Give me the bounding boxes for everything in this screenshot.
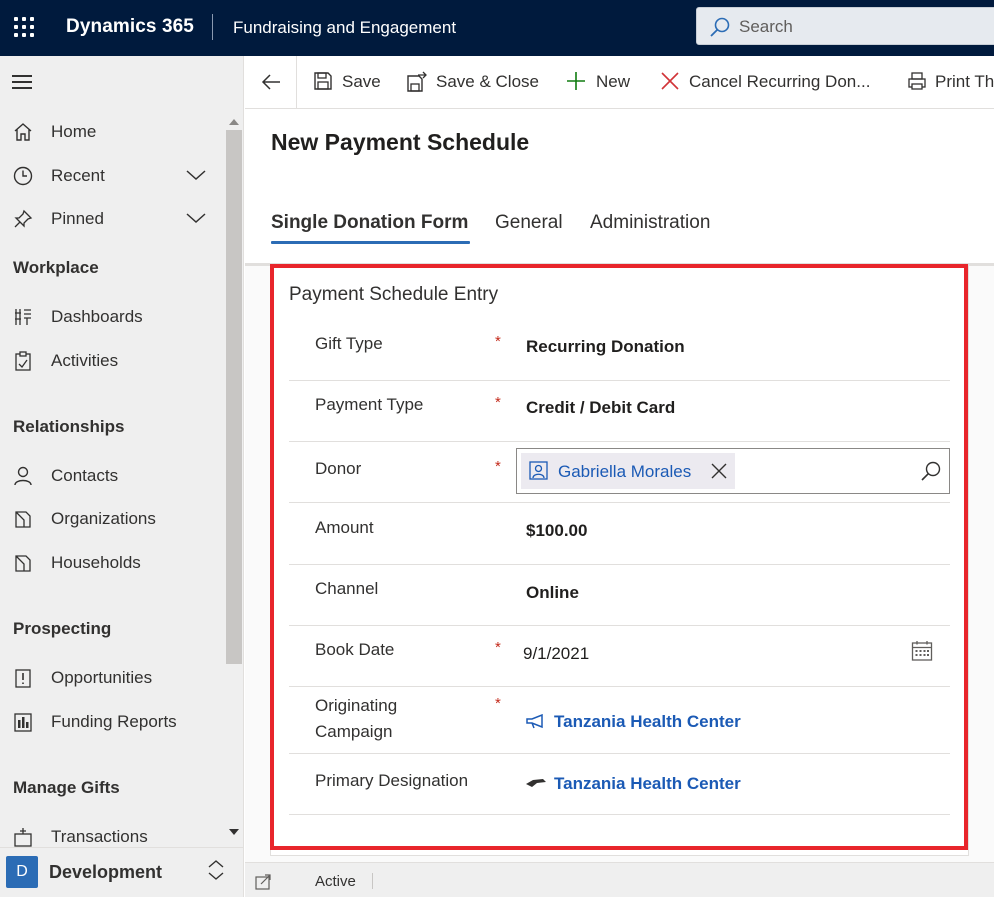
nav-label-recent: Recent — [51, 166, 105, 185]
topbar-divider — [212, 14, 213, 40]
chevron-down-icon[interactable] — [185, 168, 207, 182]
form-title: New Payment Schedule — [271, 129, 530, 155]
dashboard-icon — [15, 309, 31, 325]
product-name[interactable]: Dynamics 365 — [66, 16, 194, 38]
nav-item-activities[interactable]: Activities — [0, 341, 226, 381]
nav-item-households[interactable]: Households — [0, 543, 226, 583]
print-label: Print Th — [935, 72, 994, 91]
nav-group-prospecting: Prospecting — [13, 619, 112, 638]
area-switcher[interactable]: D Development — [0, 847, 243, 897]
scroll-up-icon[interactable] — [229, 119, 239, 125]
nav-item-opportunities[interactable]: Opportunities — [0, 658, 226, 698]
active-tab-indicator — [271, 241, 470, 244]
clipboard-icon — [15, 351, 31, 371]
cancel-recurring-label: Cancel Recurring Don... — [689, 72, 871, 91]
nav-label-home: Home — [51, 122, 97, 141]
tab-administration[interactable]: Administration — [590, 212, 710, 234]
save-close-icon — [407, 71, 427, 92]
highlight-box — [270, 264, 968, 850]
nav-item-pinned[interactable]: Pinned — [0, 199, 226, 239]
save-icon — [314, 72, 332, 90]
print-button[interactable]: Print Th — [907, 56, 994, 108]
nav-label-funding-reports: Funding Reports — [51, 712, 177, 731]
top-bar: Dynamics 365 Fundraising and Engagement … — [0, 0, 994, 56]
back-arrow-icon — [261, 74, 280, 90]
nav-item-dashboards[interactable]: Dashboards — [0, 297, 226, 337]
save-close-button[interactable]: Save & Close — [406, 56, 541, 108]
area-name: Development — [49, 862, 163, 882]
nav-label-households: Households — [51, 553, 141, 572]
save-button[interactable]: Save — [313, 56, 383, 108]
nav-label-transactions: Transactions — [51, 827, 148, 846]
cancel-recurring-donation-button[interactable]: Cancel Recurring Don... — [660, 56, 878, 108]
transaction-icon — [14, 828, 32, 847]
chevron-down-icon[interactable] — [185, 211, 207, 225]
nav-label-contacts: Contacts — [51, 466, 119, 485]
command-bar: Save Save & Close New Cancel Recurring D… — [245, 56, 994, 109]
opportunity-icon — [15, 669, 31, 688]
nav-item-home[interactable]: Home — [0, 112, 226, 152]
record-status: Active — [315, 873, 356, 890]
nav-item-organizations[interactable]: Organizations — [0, 499, 226, 539]
nav-group-manage-gifts: Manage Gifts — [13, 778, 120, 797]
pin-icon — [14, 209, 33, 228]
hamburger-menu-icon[interactable] — [12, 75, 32, 89]
save-close-label: Save & Close — [436, 72, 539, 91]
nav-item-recent[interactable]: Recent — [0, 156, 226, 196]
search-placeholder: Search — [739, 17, 793, 36]
organization-icon — [15, 511, 31, 528]
chevron-up-down-icon — [208, 860, 224, 880]
household-icon — [15, 555, 31, 572]
search-icon — [710, 17, 730, 37]
nav-scrollbar-thumb[interactable] — [226, 130, 242, 664]
nav-group-workplace: Workplace — [13, 258, 99, 277]
app-name[interactable]: Fundraising and Engagement — [233, 18, 456, 38]
nav-label-pinned: Pinned — [51, 209, 104, 228]
clock-icon — [13, 166, 33, 186]
back-button[interactable] — [245, 56, 297, 108]
new-label: New — [596, 72, 631, 91]
nav-item-contacts[interactable]: Contacts — [0, 456, 226, 496]
scroll-down-icon[interactable] — [229, 829, 239, 835]
status-bar: Active — [245, 862, 994, 897]
save-label: Save — [342, 72, 381, 91]
area-badge: D — [6, 856, 38, 888]
cancel-icon — [661, 72, 679, 90]
nav-label-organizations: Organizations — [51, 509, 156, 528]
status-divider — [372, 873, 373, 889]
nav-label-opportunities: Opportunities — [51, 668, 153, 687]
print-icon — [908, 72, 926, 90]
report-icon — [14, 713, 32, 732]
nav-group-relationships: Relationships — [13, 417, 125, 436]
tab-single-donation-form[interactable]: Single Donation Form — [271, 212, 468, 234]
person-icon — [14, 466, 32, 486]
nav-label-activities: Activities — [51, 351, 119, 370]
open-new-window-icon[interactable] — [255, 874, 273, 890]
global-search-input[interactable]: Search — [696, 7, 994, 45]
site-map-nav: Home Recent Pinned Workplace Dashboards … — [0, 56, 244, 897]
nav-item-funding-reports[interactable]: Funding Reports — [0, 702, 226, 742]
new-button[interactable]: New — [566, 56, 636, 108]
plus-icon — [567, 72, 585, 90]
home-icon — [14, 123, 32, 141]
nav-label-dashboards: Dashboards — [51, 307, 143, 326]
app-launcher-icon[interactable] — [14, 17, 34, 37]
tab-general[interactable]: General — [495, 212, 563, 234]
